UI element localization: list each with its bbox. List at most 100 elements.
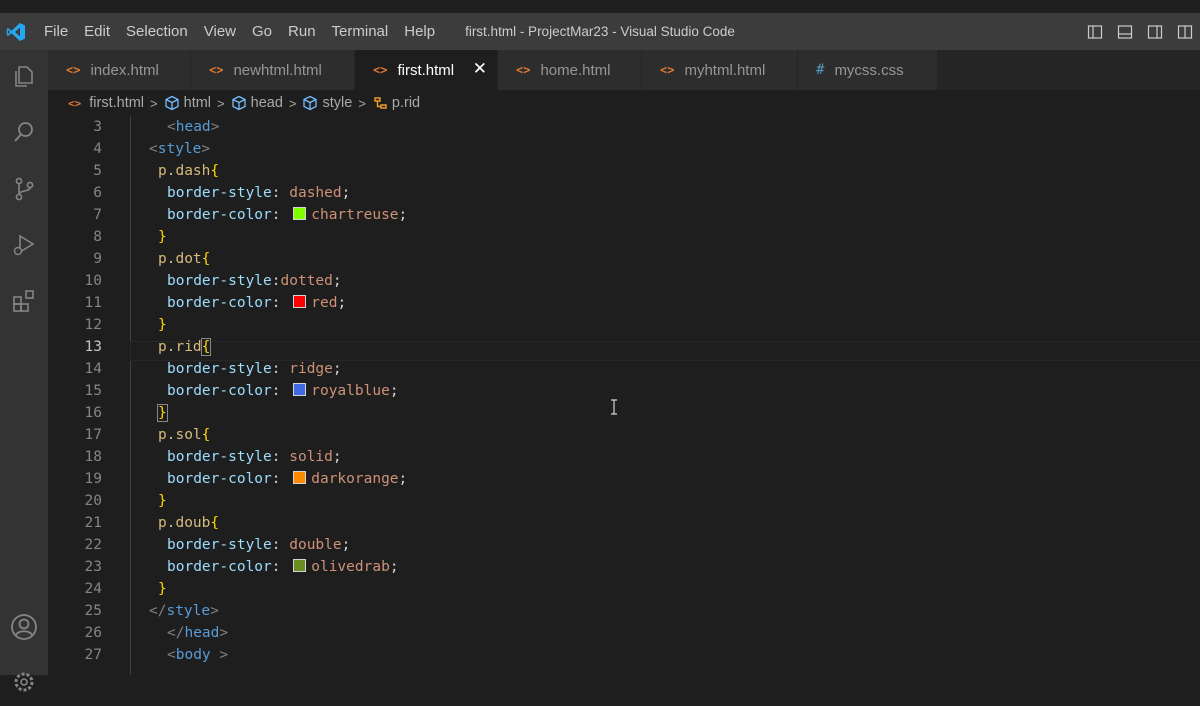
tab-first-html[interactable]: <> first.html ✕: [355, 50, 498, 90]
breadcrumb-label: p.rid: [391, 95, 421, 111]
line-number: 16: [84, 405, 102, 421]
symbol-element-icon: [164, 95, 179, 111]
css-value: chartreuse: [311, 207, 399, 223]
code-text: p.rid{: [158, 338, 212, 356]
breadcrumb-file[interactable]: <> first.html: [68, 95, 144, 111]
menu-run[interactable]: Run: [280, 13, 324, 50]
line-number: 18: [84, 449, 102, 465]
line-number: 4: [93, 141, 102, 157]
css-property: border-style: [167, 273, 272, 289]
activity-bar: [0, 50, 48, 692]
code-editor[interactable]: 3 <head> 4 <style> 5 p.dash{ 6 border-st…: [48, 116, 1200, 675]
code-text: border-color: red;: [167, 295, 347, 311]
code-line: 22 border-style: double;: [48, 534, 1200, 556]
menu-file[interactable]: File: [36, 13, 76, 50]
color-swatch[interactable]: [293, 471, 307, 484]
manage-gear-icon[interactable]: [0, 658, 48, 706]
explorer-icon[interactable]: [0, 52, 48, 100]
css-value: ridge: [289, 361, 333, 377]
code-text: border-style:dotted;: [167, 273, 342, 289]
tab-label: myhtml.html: [684, 61, 766, 79]
code-text: p.dash{: [158, 163, 220, 179]
line-number: 5: [93, 163, 102, 179]
menu-help[interactable]: Help: [396, 13, 443, 50]
code-text: border-style: solid;: [167, 449, 342, 465]
toggle-panel-icon[interactable]: [1110, 13, 1140, 50]
toggle-secondary-sidebar-icon[interactable]: [1140, 13, 1170, 50]
css-property: border-color: [167, 471, 272, 487]
tab-myhtml-html[interactable]: <> myhtml.html: [642, 50, 798, 90]
css-value: dotted: [280, 273, 333, 289]
css-property: border-style: [167, 361, 272, 377]
breadcrumb-label: first.html: [89, 95, 145, 111]
chevron-right-icon: >: [288, 95, 297, 111]
breadcrumb-style[interactable]: style: [302, 95, 352, 111]
menu-terminal[interactable]: Terminal: [324, 13, 397, 50]
css-property: border-style: [167, 185, 272, 201]
css-value: dashed: [289, 185, 342, 201]
menu-go[interactable]: Go: [244, 13, 280, 50]
tab-mycss-css[interactable]: # mycss.css: [798, 50, 938, 90]
code-line: 21 p.doub{: [48, 512, 1200, 534]
accounts-icon[interactable]: [0, 603, 48, 651]
css-property: border-color: [167, 383, 272, 399]
line-number: 9: [93, 251, 102, 267]
css-selector: p.doub: [158, 515, 211, 531]
css-value: olivedrab: [311, 559, 390, 575]
code-line: 5 p.dash{: [48, 160, 1200, 182]
symbol-element-icon: [303, 95, 318, 111]
menu-selection[interactable]: Selection: [118, 13, 196, 50]
close-icon[interactable]: ✕: [473, 59, 487, 79]
code-text: }: [158, 493, 167, 509]
breadcrumb-head[interactable]: head: [231, 95, 283, 111]
extensions-icon[interactable]: [0, 277, 48, 325]
code-line: 9 p.dot{: [48, 248, 1200, 270]
source-control-icon[interactable]: [0, 165, 48, 213]
line-number: 19: [84, 471, 102, 487]
line-number: 26: [84, 625, 102, 641]
line-number: 12: [84, 317, 102, 333]
color-swatch[interactable]: [293, 295, 307, 308]
tag-name: style: [166, 603, 211, 619]
code-text: }: [158, 581, 167, 597]
tab-label: index.html: [90, 61, 159, 79]
tab-label: first.html: [397, 61, 455, 79]
line-number: 22: [84, 537, 102, 553]
color-swatch[interactable]: [293, 207, 307, 220]
line-number: 6: [93, 185, 102, 201]
code-text: <body >: [167, 647, 229, 663]
tab-newhtml-html[interactable]: <> newhtml.html: [191, 50, 355, 90]
css-selector: p.sol: [158, 427, 202, 443]
code-line: 23 border-color: olivedrab;: [48, 556, 1200, 578]
css-value: royalblue: [311, 383, 390, 399]
toggle-primary-sidebar-icon[interactable]: [1080, 13, 1110, 50]
code-line: 25 </style>: [48, 600, 1200, 622]
line-number: 10: [84, 273, 102, 289]
line-number: 24: [84, 581, 102, 597]
html-file-icon: <>: [209, 63, 224, 77]
menu-edit[interactable]: Edit: [76, 13, 118, 50]
customize-layout-icon[interactable]: [1170, 13, 1200, 50]
color-swatch[interactable]: [293, 559, 307, 572]
code-text: border-color: olivedrab;: [167, 559, 399, 575]
code-line: 26 </head>: [48, 622, 1200, 644]
search-icon[interactable]: [0, 108, 48, 156]
run-and-debug-icon[interactable]: [0, 221, 48, 269]
tag-name: head: [175, 119, 211, 135]
code-text: p.sol{: [158, 427, 211, 443]
html-file-icon: <>: [660, 63, 675, 77]
line-number: 20: [84, 493, 102, 509]
tab-home-html[interactable]: <> home.html: [498, 50, 642, 90]
css-property: border-color: [167, 207, 272, 223]
color-swatch[interactable]: [293, 383, 307, 396]
breadcrumb-p-rid[interactable]: p.rid: [372, 95, 420, 111]
breadcrumb-label: style: [322, 95, 353, 111]
editor-tabs: <> index.html <> newhtml.html <> first.h…: [48, 50, 1200, 90]
tag-name: head: [184, 625, 220, 641]
line-number: 17: [84, 427, 102, 443]
tab-index-html[interactable]: <> index.html: [48, 50, 191, 90]
menu-bar: File Edit Selection View Go Run Terminal…: [36, 13, 443, 50]
line-number: 14: [84, 361, 102, 377]
menu-view[interactable]: View: [196, 13, 244, 50]
breadcrumb-html[interactable]: html: [164, 95, 211, 111]
